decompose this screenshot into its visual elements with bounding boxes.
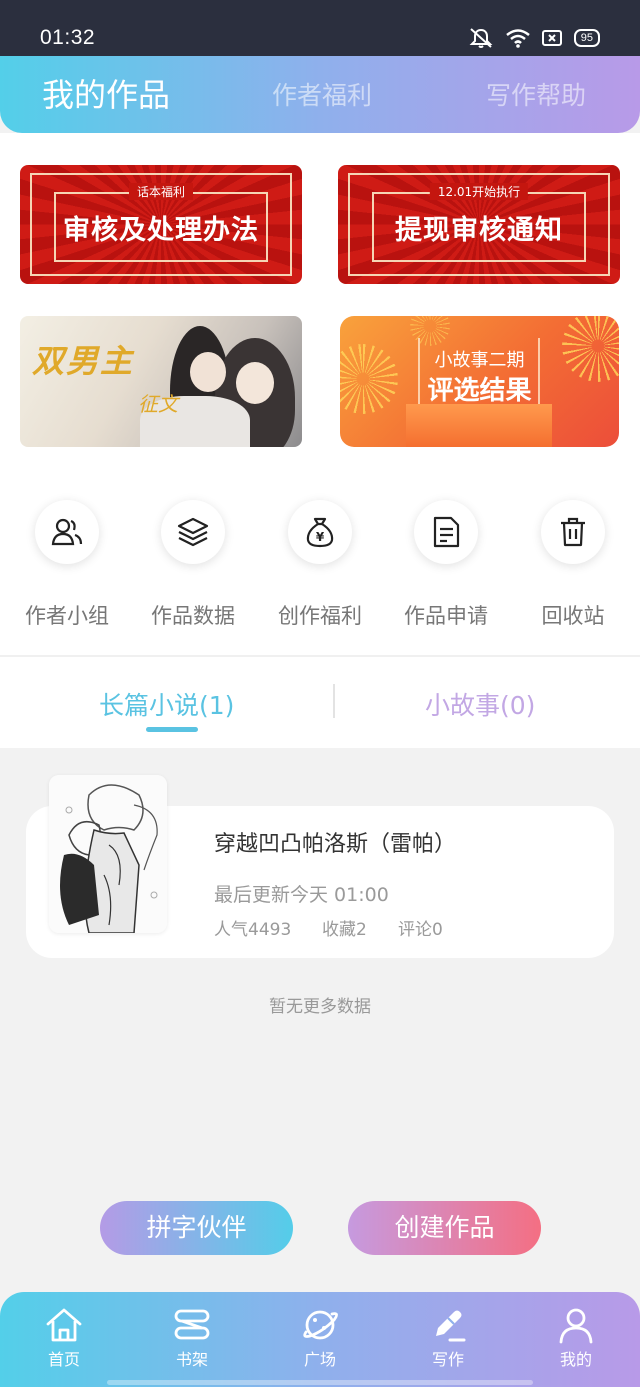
- status-bar: 01:32 95: [0, 0, 640, 60]
- banner-review-policy[interactable]: 话本福利 审核及处理办法: [20, 165, 302, 284]
- nav-home[interactable]: 首页: [24, 1306, 104, 1370]
- book-last-updated: 最后更新今天 01:00: [214, 884, 389, 906]
- no-more-data-text: 暂无更多数据: [269, 997, 371, 1017]
- banner-withdraw-notice[interactable]: 12.01开始执行 提现审核通知: [338, 165, 620, 284]
- nav-write[interactable]: 写作: [408, 1306, 488, 1370]
- book-comments: 评论0: [398, 920, 443, 940]
- quick-action-circle: ¥: [288, 500, 352, 564]
- tab-my-works[interactable]: 我的作品: [42, 70, 170, 116]
- quick-action-label: 回收站: [541, 604, 605, 628]
- banner-tag: 12.01开始执行: [429, 183, 529, 200]
- quick-action-recycle-bin[interactable]: 回收站: [518, 500, 628, 630]
- nav-plaza[interactable]: 广场: [280, 1306, 360, 1370]
- svg-text:¥: ¥: [316, 530, 325, 544]
- banner-title: 审核及处理办法: [63, 215, 259, 246]
- bottom-nav: 首页 书架 广场 写作 我的: [0, 1292, 640, 1387]
- nav-label: 首页: [47, 1350, 80, 1369]
- quick-action-creation-benefits[interactable]: ¥ 创作福利: [265, 500, 375, 630]
- home-indicator[interactable]: [107, 1380, 533, 1385]
- wifi-icon: [505, 29, 530, 48]
- banner-tag: 话本福利: [128, 183, 194, 200]
- nav-bookshelf[interactable]: 书架: [152, 1306, 232, 1370]
- banner-story-line2: 评选结果: [427, 376, 532, 406]
- quick-action-author-group[interactable]: 作者小组: [12, 500, 122, 630]
- quick-action-label: 作者小组: [25, 604, 109, 628]
- profile-icon: [559, 1308, 593, 1344]
- pedestal: [406, 404, 552, 447]
- top-tab-bar: 我的作品 作者福利 写作帮助: [0, 56, 640, 133]
- tab-separator: [333, 684, 335, 718]
- quick-action-circle: [414, 500, 478, 564]
- tab-writing-help[interactable]: 写作帮助: [486, 76, 586, 112]
- nav-me[interactable]: 我的: [536, 1306, 616, 1370]
- planet-icon: [303, 1310, 338, 1340]
- illustration-face: [236, 362, 274, 404]
- status-time: 01:32: [40, 26, 96, 49]
- quick-action-circle: [35, 500, 99, 564]
- banner-contest-art[interactable]: 双男主 征文: [20, 316, 302, 447]
- illustration-face: [190, 352, 226, 392]
- quick-action-works-application[interactable]: 作品申请: [391, 500, 501, 630]
- nav-label: 广场: [303, 1350, 336, 1369]
- quick-action-circle: [541, 500, 605, 564]
- trash-icon: [561, 517, 585, 547]
- typing-partner-button[interactable]: 拼字伙伴: [100, 1201, 293, 1255]
- document-icon: [433, 516, 460, 548]
- status-icons: 95: [468, 27, 600, 49]
- create-work-button[interactable]: 创建作品: [348, 1201, 541, 1255]
- section-divider: [0, 655, 640, 657]
- banner-story-results[interactable]: 小故事二期 评选结果: [340, 316, 619, 447]
- quick-action-label: 作品申请: [404, 604, 488, 628]
- nav-label: 写作: [431, 1350, 464, 1369]
- banner-title: 提现审核通知: [395, 215, 563, 246]
- tab-short-story[interactable]: 小故事(0): [425, 686, 535, 722]
- quick-action-label: 创作福利: [278, 604, 362, 628]
- sim-icon: [541, 30, 562, 46]
- banner-art-subtitle: 征文: [138, 392, 178, 416]
- author-group-icon: [51, 518, 83, 546]
- book-title[interactable]: 穿越凹凸帕洛斯（雷帕）: [214, 826, 456, 858]
- banner-story-line1: 小故事二期: [434, 350, 525, 371]
- active-tab-indicator: [146, 727, 198, 732]
- layers-icon: [177, 517, 209, 547]
- nav-label: 书架: [175, 1350, 208, 1369]
- home-icon: [46, 1308, 82, 1342]
- quick-action-circle: [161, 500, 225, 564]
- battery-indicator: 95: [573, 29, 600, 47]
- tab-long-novel[interactable]: 长篇小说(1): [99, 686, 234, 722]
- money-bag-icon: ¥: [306, 517, 334, 548]
- mute-bell-icon: [469, 28, 493, 48]
- bookshelf-icon: [174, 1309, 210, 1340]
- book-favorites: 收藏2: [322, 920, 367, 940]
- book-popularity: 人气4493: [214, 920, 292, 940]
- tab-author-benefits[interactable]: 作者福利: [272, 76, 372, 112]
- banner-art-title: 双男主: [32, 342, 135, 380]
- quick-action-label: 作品数据: [151, 604, 235, 628]
- nav-label: 我的: [559, 1350, 592, 1369]
- book-cover-illustration: [49, 775, 167, 933]
- pen-icon: [436, 1310, 466, 1342]
- book-cover[interactable]: [49, 775, 167, 933]
- quick-action-works-data[interactable]: 作品数据: [138, 500, 248, 630]
